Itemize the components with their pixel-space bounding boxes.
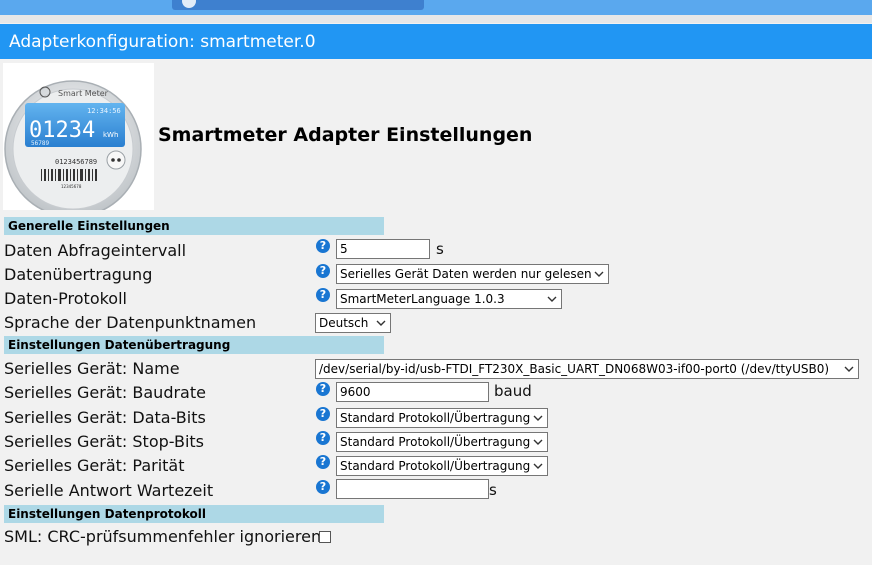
chevron-down-icon [533, 415, 543, 421]
protocol-value: SmartMeterLanguage 1.0.3 [340, 292, 505, 306]
section-header-protocol: Einstellungen Datenprotokoll [4, 505, 384, 523]
svg-text:56789: 56789 [31, 140, 49, 147]
dialog-title: Adapterkonfiguration: smartmeter.0 [0, 24, 872, 59]
smartmeter-logo: Smart Meter 12:34:56 01234 kWh 56789 012… [3, 63, 154, 218]
baudrate-input[interactable]: 9600 [336, 382, 489, 402]
app-icon [182, 0, 196, 8]
section-header-general: Generelle Einstellungen [4, 217, 384, 235]
serial-name-select[interactable]: /dev/serial/by-id/usb-FTDI_FT230X_Basic_… [315, 359, 859, 379]
divider [0, 15, 872, 23]
chevron-down-icon [844, 366, 854, 372]
label-databits: Serielles Gerät: Data-Bits [4, 408, 206, 427]
help-icon[interactable]: ? [316, 480, 330, 494]
label-stopbits: Serielles Gerät: Stop-Bits [4, 432, 205, 451]
transfer-mode-value: Serielles Gerät Daten werden nur gelesen [340, 267, 592, 281]
label-sml-crc: SML: CRC-prüfsummenfehler ignorieren [4, 527, 322, 546]
help-icon[interactable]: ? [316, 264, 330, 278]
svg-text:kWh: kWh [103, 131, 118, 139]
page-title: Smartmeter Adapter Einstellungen [158, 124, 533, 146]
serial-name-value: /dev/serial/by-id/usb-FTDI_FT230X_Basic_… [319, 362, 830, 376]
svg-text:Smart Meter: Smart Meter [58, 89, 109, 98]
label-serial-name: Serielles Gerät: Name [4, 359, 180, 378]
label-transfer-mode: Datenübertragung [4, 265, 153, 284]
help-icon[interactable]: ? [316, 407, 330, 421]
help-icon[interactable]: ? [316, 455, 330, 469]
label-interval: Daten Abfrageintervall [4, 241, 187, 260]
parity-value: Standard Protokoll/Übertragung [340, 459, 531, 473]
label-baudrate: Serielles Gerät: Baudrate [4, 383, 206, 402]
section-header-transfer: Einstellungen Datenübertragung [4, 336, 384, 354]
response-wait-unit: s [489, 481, 497, 499]
top-app-bar [0, 0, 872, 15]
help-icon[interactable]: ? [316, 431, 330, 445]
chevron-down-icon [547, 296, 557, 302]
language-value: Deutsch [319, 316, 369, 330]
label-response-wait: Serielle Antwort Wartezeit [4, 481, 214, 500]
databits-value: Standard Protokoll/Übertragung [340, 411, 531, 425]
chevron-down-icon [533, 463, 543, 469]
top-tab[interactable] [172, 0, 424, 10]
interval-input[interactable]: 5 [336, 239, 430, 259]
help-icon[interactable]: ? [316, 288, 330, 302]
svg-text:12345678: 12345678 [61, 184, 82, 189]
svg-text:0123456789: 0123456789 [55, 158, 97, 166]
interval-unit: s [436, 240, 444, 258]
stopbits-value: Standard Protokoll/Übertragung [340, 435, 531, 449]
svg-text:12:34:56: 12:34:56 [87, 107, 121, 115]
response-wait-input[interactable] [336, 479, 489, 499]
language-select[interactable]: Deutsch [315, 313, 391, 333]
sml-crc-checkbox[interactable] [319, 531, 331, 543]
chevron-down-icon [533, 439, 543, 445]
chevron-down-icon [376, 320, 386, 326]
label-parity: Serielles Gerät: Parität [4, 456, 185, 475]
databits-select[interactable]: Standard Protokoll/Übertragung [336, 408, 548, 428]
protocol-select[interactable]: SmartMeterLanguage 1.0.3 [336, 289, 562, 309]
help-icon[interactable]: ? [316, 239, 330, 253]
label-language: Sprache der Datenpunktnamen [4, 313, 257, 332]
transfer-mode-select[interactable]: Serielles Gerät Daten werden nur gelesen [336, 264, 609, 284]
label-protocol: Daten-Protokoll [4, 289, 127, 308]
parity-select[interactable]: Standard Protokoll/Übertragung [336, 456, 548, 476]
stopbits-select[interactable]: Standard Protokoll/Übertragung [336, 432, 548, 452]
help-icon[interactable]: ? [316, 382, 330, 396]
baudrate-unit: baud [494, 382, 532, 400]
chevron-down-icon [594, 271, 604, 277]
